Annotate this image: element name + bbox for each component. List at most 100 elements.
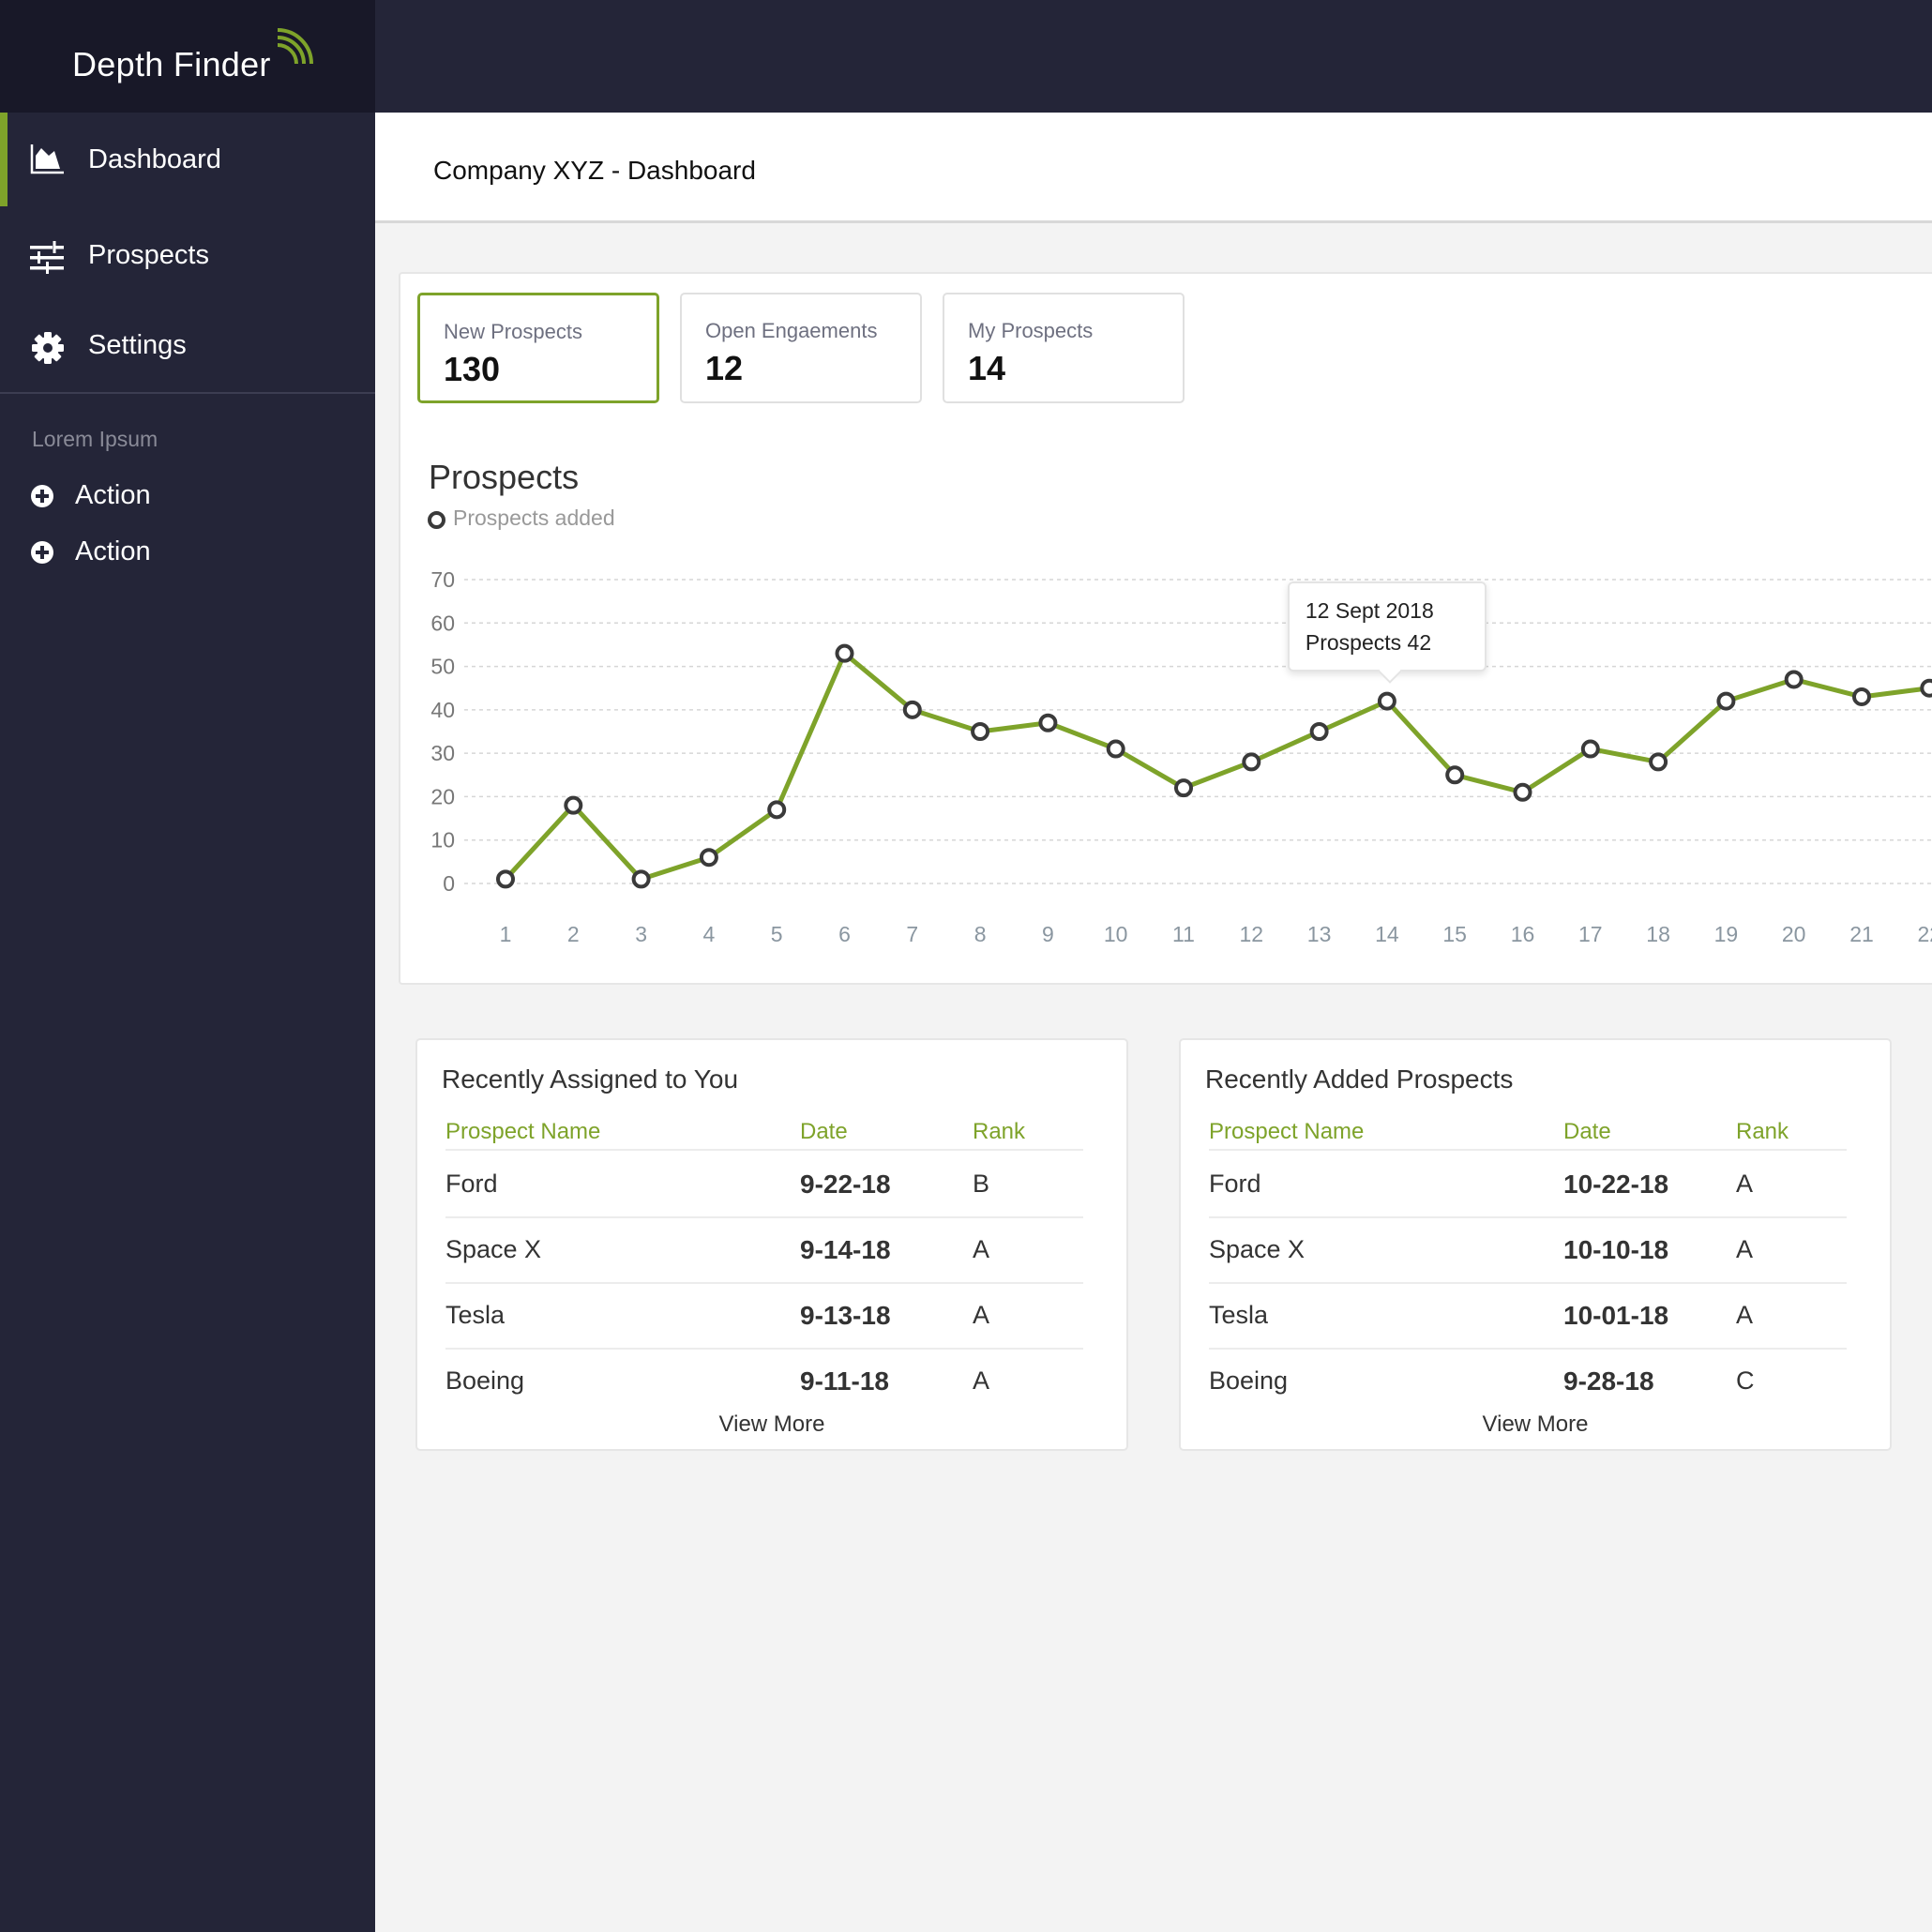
x-tick-label: 14 xyxy=(1375,922,1399,946)
cell-rank: C xyxy=(1736,1366,1755,1395)
table-row[interactable]: Ford 9-22-18 B xyxy=(445,1153,1083,1218)
column-header: Date xyxy=(1563,1119,1611,1144)
data-point xyxy=(1513,782,1532,802)
y-tick-label: 40 xyxy=(430,698,455,722)
x-tick-label: 21 xyxy=(1849,922,1874,946)
chart-tooltip: 12 Sept 2018 Prospects 42 xyxy=(1287,581,1487,672)
line-chart: 0102030405060701 2 3 4 5 6 7 8 9 10 11 12 13 14 15 16 17… xyxy=(430,567,1932,946)
sidebar-action-label: Action xyxy=(75,536,151,566)
logo[interactable]: Depth Finder xyxy=(0,0,375,113)
top-bar xyxy=(375,0,1932,113)
tooltip-value: Prospects 42 xyxy=(1305,629,1432,655)
page-header: Company XYZ - Dashboard xyxy=(375,113,1932,223)
cell-date: 9-11-18 xyxy=(800,1366,889,1396)
sidebar-item-dashboard[interactable]: Dashboard xyxy=(0,113,375,206)
data-point xyxy=(835,643,854,663)
table-row[interactable]: Space X 9-14-18 A xyxy=(445,1218,1083,1284)
cell-date: 10-10-18 xyxy=(1563,1235,1669,1264)
data-point xyxy=(1309,722,1329,741)
column-header: Prospect Name xyxy=(445,1119,601,1144)
data-point xyxy=(1580,739,1600,759)
x-tick-label: 5 xyxy=(771,922,783,946)
view-more-link[interactable]: View More xyxy=(417,1411,1126,1438)
view-more-link[interactable]: View More xyxy=(1181,1411,1890,1438)
sidebar-item-label: Settings xyxy=(88,330,187,360)
plus-circle-icon xyxy=(31,485,53,507)
x-tick-label: 4 xyxy=(703,922,716,946)
x-tick-label: 1 xyxy=(500,922,512,946)
y-tick-label: 0 xyxy=(443,871,455,896)
x-tick-label: 20 xyxy=(1782,922,1806,946)
data-point xyxy=(1038,713,1058,732)
cell-name: Tesla xyxy=(445,1301,506,1329)
table-row[interactable]: Space X 10-10-18 A xyxy=(1209,1218,1847,1284)
y-tick-label: 30 xyxy=(430,741,455,765)
x-tick-label: 19 xyxy=(1714,922,1739,946)
data-point xyxy=(1784,670,1804,689)
x-tick-label: 16 xyxy=(1511,922,1535,946)
x-tick-label: 2 xyxy=(567,922,580,946)
x-tick-label: 11 xyxy=(1172,922,1195,946)
data-point xyxy=(1377,691,1396,711)
data-point xyxy=(631,869,651,889)
data-point xyxy=(496,869,515,889)
cell-name: Tesla xyxy=(1209,1301,1269,1329)
data-point xyxy=(1242,752,1261,772)
cell-rank: A xyxy=(973,1366,990,1395)
column-header: Rank xyxy=(1736,1119,1789,1144)
sidebar-item-label: Dashboard xyxy=(88,144,221,174)
data-point xyxy=(902,700,922,719)
x-tick-label: 3 xyxy=(635,922,647,946)
sidebar-item-prospects[interactable]: Prospects xyxy=(0,208,375,302)
cell-date: 9-13-18 xyxy=(800,1301,891,1330)
cell-name: Ford xyxy=(1209,1170,1261,1198)
table-header: Prospect Name Date Rank xyxy=(1209,1109,1847,1151)
cell-name: Space X xyxy=(1209,1235,1306,1263)
table-row[interactable]: Tesla 10-01-18 A xyxy=(1209,1284,1847,1350)
cell-name: Boeing xyxy=(445,1366,525,1395)
cell-name: Space X xyxy=(445,1235,542,1263)
table-row[interactable]: Tesla 9-13-18 A xyxy=(445,1284,1083,1350)
cell-date: 10-22-18 xyxy=(1563,1170,1669,1199)
cell-rank: A xyxy=(1736,1235,1754,1263)
x-tick-label: 6 xyxy=(838,922,851,946)
sliders-icon xyxy=(30,241,64,274)
cell-date: 9-14-18 xyxy=(800,1235,891,1264)
cell-rank: A xyxy=(973,1235,990,1263)
x-tick-label: 10 xyxy=(1104,922,1128,946)
table-row[interactable]: Ford 10-22-18 A xyxy=(1209,1153,1847,1218)
gear-icon xyxy=(32,332,64,364)
table-row[interactable]: Boeing 9-28-18 C xyxy=(1209,1350,1847,1415)
cell-rank: B xyxy=(973,1170,990,1198)
app-name: Depth Finder xyxy=(72,45,271,83)
data-point xyxy=(1174,778,1193,798)
y-tick-label: 60 xyxy=(430,611,455,635)
x-tick-label: 22 xyxy=(1918,922,1932,946)
signal-icon xyxy=(277,28,313,65)
card-title: Recently Added Prospects xyxy=(1205,1064,1514,1094)
sidebar-action[interactable]: Action xyxy=(30,536,311,574)
sidebar-action[interactable]: Action xyxy=(30,480,311,518)
x-tick-label: 18 xyxy=(1646,922,1670,946)
cell-date: 9-28-18 xyxy=(1563,1366,1654,1396)
sidebar-item-settings[interactable]: Settings xyxy=(0,298,375,392)
table-row[interactable]: Boeing 9-11-18 A xyxy=(445,1350,1083,1415)
sidebar-divider xyxy=(0,392,375,394)
x-tick-label: 13 xyxy=(1307,922,1332,946)
x-tick-label: 17 xyxy=(1578,922,1603,946)
table-header: Prospect Name Date Rank xyxy=(445,1109,1083,1151)
plus-circle-icon xyxy=(31,541,53,564)
series-line xyxy=(504,651,1930,882)
y-tick-label: 20 xyxy=(430,784,455,808)
y-tick-label: 10 xyxy=(430,828,455,853)
cell-date: 10-01-18 xyxy=(1563,1301,1669,1330)
recently-added-card: Recently Added Prospects Prospect Name D… xyxy=(1179,1038,1892,1451)
sidebar: Depth Finder Dashboard Prospects Setting… xyxy=(0,0,375,1932)
x-tick-label: 7 xyxy=(906,922,918,946)
x-tick-label: 15 xyxy=(1442,922,1467,946)
cell-rank: A xyxy=(1736,1170,1754,1198)
column-header: Prospect Name xyxy=(1209,1119,1365,1144)
data-point xyxy=(767,800,787,820)
data-point xyxy=(971,722,990,741)
sidebar-item-label: Prospects xyxy=(88,240,209,270)
